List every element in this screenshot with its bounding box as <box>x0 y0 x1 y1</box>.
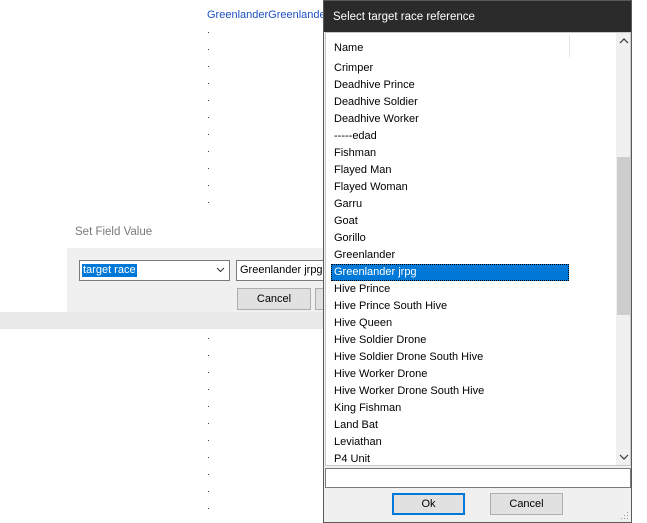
field-value-input[interactable]: Greenlander jrpg <box>236 260 324 281</box>
list-bullet <box>208 83 211 86</box>
list-bullet <box>208 508 211 511</box>
list-bullet <box>208 491 211 494</box>
scrollbar-thumb[interactable] <box>617 157 630 315</box>
list-bullet <box>208 355 211 358</box>
field-select[interactable]: target race <box>79 260 230 281</box>
dialog-titlebar[interactable]: Select target race reference <box>324 1 631 32</box>
list-item[interactable]: -----edad <box>331 128 569 145</box>
chevron-down-icon <box>216 267 225 273</box>
list-bullet <box>208 440 211 443</box>
column-divider[interactable] <box>569 35 570 57</box>
list-bullet <box>208 423 211 426</box>
list-bullet <box>208 457 211 460</box>
list-item[interactable]: Garru <box>331 196 569 213</box>
dialog-title: Select target race reference <box>333 11 475 23</box>
list-item[interactable]: Hive Worker Drone South Hive <box>331 383 569 400</box>
list-bullet <box>208 117 211 120</box>
list-item[interactable]: Deadhive Prince <box>331 77 569 94</box>
cancel-button[interactable]: Cancel <box>490 493 563 515</box>
list-item[interactable]: Fishman <box>331 145 569 162</box>
list-bullet <box>208 406 211 409</box>
list-item[interactable]: Goat <box>331 213 569 230</box>
resize-grip-icon[interactable] <box>619 510 629 520</box>
list-bullet <box>208 49 211 52</box>
list-item[interactable]: Hive Soldier Drone <box>331 332 569 349</box>
list-item[interactable]: Hive Prince South Hive <box>331 298 569 315</box>
list-item[interactable]: Greenlander <box>331 247 569 264</box>
list-bullet <box>208 151 211 154</box>
list-bullet <box>208 134 211 137</box>
list-item[interactable]: Crimper <box>331 60 569 77</box>
chevron-down-icon[interactable] <box>616 448 631 465</box>
list-item[interactable]: Flayed Woman <box>331 179 569 196</box>
list-bullet <box>208 168 211 171</box>
list-item[interactable]: Leviathan <box>331 434 569 451</box>
list-bullet <box>208 185 211 188</box>
select-reference-dialog: Select target race reference Name Crimpe… <box>323 0 632 523</box>
background-list-entry: GreenlanderGreenlander <box>207 9 324 21</box>
set-field-cancel-button[interactable]: Cancel <box>237 288 311 310</box>
set-field-value-title: Set Field Value <box>75 226 153 238</box>
chevron-up-icon[interactable] <box>616 33 631 50</box>
list-bullet <box>208 338 211 341</box>
list-bullet <box>208 372 211 375</box>
background-selected-row <box>0 312 324 329</box>
list-bullet <box>208 389 211 392</box>
list-item[interactable]: Gorillo <box>331 230 569 247</box>
list-bullet <box>208 66 211 69</box>
list-item[interactable]: Flayed Man <box>331 162 569 179</box>
race-list[interactable]: Name Crimper Deadhive Prince Deadhive Sold… <box>325 32 631 466</box>
field-select-value: target race <box>82 264 137 277</box>
list-bullet <box>208 32 211 35</box>
list-item[interactable]: King Fishman <box>331 400 569 417</box>
list-item[interactable]: Deadhive Soldier <box>331 94 569 111</box>
vertical-scrollbar[interactable] <box>616 33 631 465</box>
list-item[interactable]: Hive Queen <box>331 315 569 332</box>
list-bullet <box>208 100 211 103</box>
filter-input[interactable] <box>325 468 631 488</box>
list-item[interactable]: P4 Unit <box>331 451 569 465</box>
field-value-text: Greenlander jrpg <box>240 264 323 276</box>
list-item[interactable]: Deadhive Worker <box>331 111 569 128</box>
list-item[interactable]: Land Bat <box>331 417 569 434</box>
list-item[interactable]: Greenlander jrpg <box>331 264 569 281</box>
ok-button[interactable]: Ok <box>392 493 465 515</box>
list-item[interactable]: Hive Worker Drone <box>331 366 569 383</box>
list-bullet <box>208 474 211 477</box>
list-bullet <box>208 202 211 205</box>
column-header-label: Name <box>334 42 364 54</box>
column-header-name[interactable]: Name <box>326 33 616 60</box>
list-item[interactable]: Hive Soldier Drone South Hive <box>331 349 569 366</box>
list-item[interactable]: Hive Prince <box>331 281 569 298</box>
